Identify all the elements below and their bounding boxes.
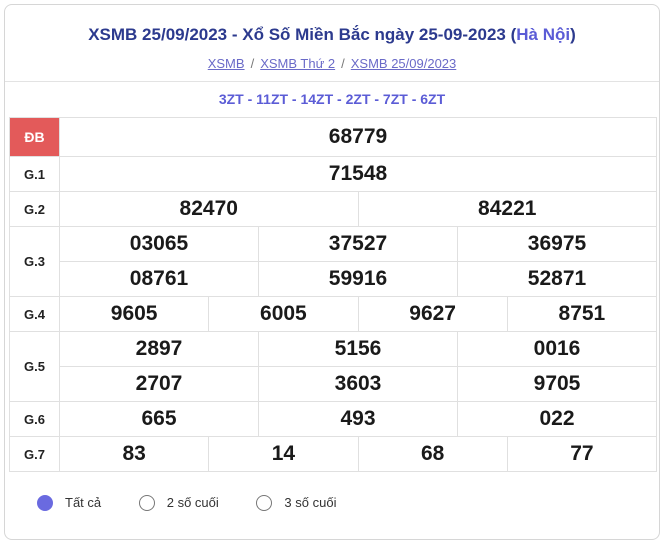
prize-number-g6: 665 xyxy=(59,401,259,437)
prize-number-g5: 2707 xyxy=(59,366,259,402)
radio-unselected-icon[interactable] xyxy=(138,494,155,511)
breadcrumb-separator: / xyxy=(341,56,345,71)
title-close: ) xyxy=(570,25,576,44)
prize-number-g4: 9627 xyxy=(357,296,508,332)
prize-row-g3: G.3 03065 37527 36975 xyxy=(9,226,657,297)
prize-label-g2: G.2 xyxy=(9,191,60,227)
prize-label-db: ĐB xyxy=(9,117,60,157)
prize-number-g4: 9605 xyxy=(58,296,210,332)
prize-number-g5: 0016 xyxy=(457,331,657,367)
radio-selected-icon[interactable] xyxy=(37,494,53,511)
prize-number-g3: 52871 xyxy=(457,261,657,297)
prize-number-db: 68779 xyxy=(59,117,657,157)
radio-unselected-icon[interactable] xyxy=(256,494,273,511)
title-region: Hà Nội xyxy=(516,25,571,44)
filter-label: 3 số cuối xyxy=(284,495,337,511)
breadcrumb-link-weekday[interactable]: XSMB Thứ 2 xyxy=(260,56,335,71)
prize-label-g6: G.6 xyxy=(9,401,60,437)
prize-label-g5: G.5 xyxy=(9,331,60,402)
prize-number-g2: 84221 xyxy=(357,191,657,227)
breadcrumb-link-date[interactable]: XSMB 25/09/2023 xyxy=(351,56,457,71)
prize-number-g6: 493 xyxy=(258,401,458,437)
prize-number-g4: 8751 xyxy=(506,296,658,332)
breadcrumb-link-xsmb[interactable]: XSMB xyxy=(208,56,245,71)
prize-number-g4: 6005 xyxy=(208,296,359,332)
prize-row-g4: G.4 9605 6005 9627 8751 xyxy=(9,296,658,332)
prize-number-g5: 5156 xyxy=(258,331,458,367)
filter-last-3-digits[interactable]: 3 số cuối xyxy=(256,494,336,511)
prize-label-g3: G.3 xyxy=(9,226,60,297)
prize-number-g5: 9705 xyxy=(457,366,657,402)
breadcrumb: XSMB / XSMB Thứ 2 / XSMB 25/09/2023 xyxy=(5,56,659,71)
prize-row-g5: 2707 3603 9705 xyxy=(10,366,657,402)
filter-label: 2 số cuối xyxy=(166,495,219,511)
divider xyxy=(5,81,659,82)
special-codes: 3ZT - 11ZT - 14ZT - 2ZT - 7ZT - 6ZT xyxy=(218,91,446,107)
prize-row-g2: G.2 82470 84221 xyxy=(9,191,657,227)
results-card: XSMB 25/09/2023 - Xổ Số Miền Bắc ngày 25… xyxy=(4,4,660,540)
prize-number-g7: 68 xyxy=(357,436,508,472)
prize-number-g7: 83 xyxy=(58,436,210,472)
prize-label-g1: G.1 xyxy=(9,156,60,192)
prize-row-g3: 08761 59916 52871 xyxy=(10,261,657,297)
filter-label: Tất cả xyxy=(65,495,102,511)
page-title: XSMB 25/09/2023 - Xổ Số Miền Bắc ngày 25… xyxy=(5,25,659,45)
prize-row-g5: G.5 2897 5156 0016 xyxy=(9,331,657,402)
prize-number-g2: 82470 xyxy=(59,191,359,227)
prize-row-db: ĐB 68779 xyxy=(9,117,657,157)
prize-number-g3: 37527 xyxy=(258,226,458,262)
prize-number-g6: 022 xyxy=(457,401,657,437)
prize-number-g1: 71548 xyxy=(59,156,657,192)
results-table: ĐB 68779 G.1 71548 G.2 82470 84221 G.3 0… xyxy=(9,117,658,472)
breadcrumb-separator: / xyxy=(250,56,255,71)
prize-row-g7: G.7 83 14 68 77 xyxy=(9,436,658,472)
filter-all[interactable]: Tất cả xyxy=(37,494,101,511)
prize-row-g1: G.1 71548 xyxy=(9,156,657,192)
prize-label-g4: G.4 xyxy=(9,296,60,332)
filter-last-2-digits[interactable]: 2 số cuối xyxy=(138,494,219,511)
title-main: XSMB 25/09/2023 - Xổ Số Miền Bắc ngày 25… xyxy=(88,25,517,44)
prize-number-g3: 59916 xyxy=(258,261,458,297)
prize-number-g5: 3603 xyxy=(258,366,458,402)
prize-number-g3: 36975 xyxy=(457,226,657,262)
prize-number-g7: 77 xyxy=(506,436,658,472)
digit-filter-group: Tất cả 2 số cuối 3 số cuối xyxy=(37,494,370,516)
prize-number-g3: 03065 xyxy=(59,226,259,262)
prize-row-g6: G.6 665 493 022 xyxy=(9,401,657,437)
prize-number-g7: 14 xyxy=(208,436,359,472)
prize-number-g3: 08761 xyxy=(59,261,259,297)
prize-number-g5: 2897 xyxy=(59,331,259,367)
prize-label-g7: G.7 xyxy=(9,436,60,472)
